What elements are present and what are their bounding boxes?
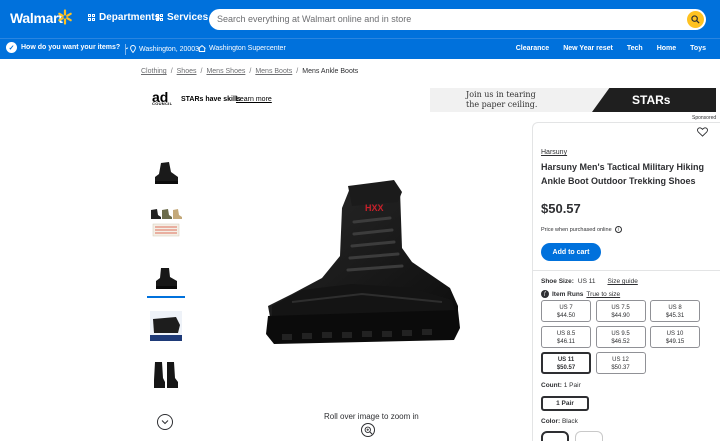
breadcrumb-link[interactable]: Clothing: [141, 68, 167, 75]
delivery-nav: ✓ How do you want your items? ⌄ Washingt…: [0, 38, 720, 59]
location-text: Washington, 20003: [139, 45, 200, 53]
search-input[interactable]: Search everything at Walmart online and …: [209, 9, 706, 30]
search-button[interactable]: [687, 11, 704, 28]
departments-label: Departments: [99, 12, 161, 23]
breadcrumb-link[interactable]: Shoes: [177, 68, 197, 75]
add-to-cart-button[interactable]: Add to cart: [541, 243, 601, 261]
boot-sole-thumbnail-image: [150, 311, 182, 341]
shoe-size-row: Shoe Size: US 11 Size guide: [541, 278, 638, 285]
count-label: Count:: [541, 382, 562, 389]
ad-banner-brand: STARs: [632, 93, 671, 107]
thumbnails-scroll-down-button[interactable]: [157, 414, 173, 430]
services-label: Services: [167, 12, 209, 23]
sponsored-label: Sponsored: [692, 115, 717, 121]
fit-link[interactable]: True to size: [586, 291, 620, 298]
fit-info: ƒ Item Runs True to size: [541, 290, 620, 298]
nav-link-home[interactable]: Home: [657, 45, 676, 52]
product-main-image[interactable]: HXX: [262, 178, 462, 358]
fit-icon: ƒ: [541, 290, 549, 298]
product-title: Harsuny Men's Tactical Military Hiking A…: [541, 162, 705, 186]
subnav-links: Clearance New Year reset Tech Home Toys: [516, 45, 706, 52]
grid-icon: [156, 14, 163, 21]
size-option[interactable]: US 12 $50.37: [595, 352, 646, 374]
ad-council-logo[interactable]: ad COUNCIL: [152, 90, 173, 106]
location-button[interactable]: Washington, 20003: [130, 45, 199, 53]
color-row: Color: Black: [541, 418, 578, 425]
ad-logo-sub: COUNCIL: [152, 101, 173, 106]
zoom-button[interactable]: [361, 423, 375, 437]
search-icon: [691, 15, 700, 24]
count-row: Count: 1 Pair: [541, 382, 581, 389]
breadcrumb-current: Mens Ankle Boots: [302, 68, 359, 75]
store-icon: [198, 45, 206, 52]
brand-link[interactable]: Harsuny: [541, 149, 567, 156]
divider: [532, 270, 720, 271]
departments-button[interactable]: Departments: [88, 12, 160, 23]
top-header: Walmart Departments Services Search ever…: [0, 0, 720, 38]
item-runs-label: Item Runs: [552, 290, 584, 298]
breadcrumb: Clothing / Shoes / Mens Shoes / Mens Boots /…: [141, 68, 359, 75]
heart-icon[interactable]: [697, 127, 708, 137]
color-label: Color:: [541, 418, 561, 425]
breadcrumb-link[interactable]: Mens Shoes: [206, 68, 245, 75]
ad-banner[interactable]: Join us in tearing the paper ceiling. ST…: [430, 88, 716, 112]
delivery-icon: ✓: [6, 42, 17, 53]
store-button[interactable]: Washington Supercenter: [198, 45, 286, 52]
size-option[interactable]: US 9.5 $46.52: [595, 326, 646, 348]
boot-thumbnail-image: [156, 268, 177, 289]
boots-pair-thumbnail-image: [154, 362, 178, 388]
nav-link-tech[interactable]: Tech: [627, 45, 643, 52]
delivery-prompt: How do you want your items?: [21, 44, 121, 51]
nav-link-new-year-reset[interactable]: New Year reset: [563, 45, 613, 52]
size-option[interactable]: US 7 $44.50: [541, 300, 591, 322]
color-swatch-selected[interactable]: [541, 431, 569, 441]
ad-banner-text: Join us in tearing the paper ceiling.: [466, 90, 538, 109]
thumbnail-boot-angled-view[interactable]: [147, 262, 185, 298]
shoe-size-value: US 11: [577, 278, 596, 285]
price-note: Price when purchased online i: [541, 226, 622, 233]
ad-learn-more-link[interactable]: Learn more: [236, 96, 272, 103]
price-note-text: Price when purchased online: [541, 226, 612, 233]
thumbnail-boot-sole-closeup[interactable]: [147, 308, 185, 344]
grid-icon: [88, 14, 95, 21]
search-placeholder: Search everything at Walmart online and …: [217, 14, 412, 24]
size-options: US 7 $44.50 US 7.5 $44.90 US 8 $45.31 US 8.…: [541, 300, 700, 374]
size-option[interactable]: US 8 $45.31: [650, 300, 700, 322]
color-value: Black: [561, 418, 578, 425]
count-value: 1 Pair: [563, 382, 581, 389]
info-icon[interactable]: i: [614, 226, 622, 233]
color-swatch[interactable]: [575, 431, 603, 441]
product-price: $50.57: [541, 201, 581, 216]
services-button[interactable]: Services: [156, 12, 208, 23]
nav-link-toys[interactable]: Toys: [690, 45, 706, 52]
divider: [125, 44, 126, 55]
walmart-logo[interactable]: Walmart: [10, 10, 63, 26]
count-option-selected[interactable]: 1 Pair: [541, 396, 589, 411]
svg-text:HXX: HXX: [365, 203, 384, 213]
thumbnail-boots-color-options[interactable]: [147, 205, 185, 241]
size-option[interactable]: US 10 $49.15: [650, 326, 700, 348]
zoom-hint: Roll over image to zoom in: [324, 412, 419, 421]
chevron-down-icon: [161, 420, 169, 425]
size-guide-link[interactable]: Size guide: [607, 278, 637, 285]
boot-thumbnail-image: [155, 162, 178, 184]
size-option[interactable]: US 8.5 $46.11: [541, 326, 591, 348]
thumbnail-boots-pair-view[interactable]: [147, 358, 185, 394]
location-pin-icon: [130, 45, 136, 53]
thumbnail-boot-side-view[interactable]: [147, 155, 185, 191]
nav-link-clearance[interactable]: Clearance: [516, 45, 549, 52]
store-text: Washington Supercenter: [209, 45, 286, 52]
size-option-selected[interactable]: US 11 $50.57: [541, 352, 591, 374]
delivery-options-button[interactable]: ✓ How do you want your items? ⌄: [6, 42, 129, 53]
breadcrumb-link[interactable]: Mens Boots: [255, 68, 292, 75]
spark-icon[interactable]: [57, 9, 73, 25]
size-option[interactable]: US 7.5 $44.90: [595, 300, 646, 322]
boot-colors-thumbnail-image: [151, 209, 182, 237]
ad-text: STARs have skills: [181, 96, 241, 103]
shoe-size-label: Shoe Size:: [541, 278, 574, 285]
zoom-in-icon: [364, 426, 372, 434]
